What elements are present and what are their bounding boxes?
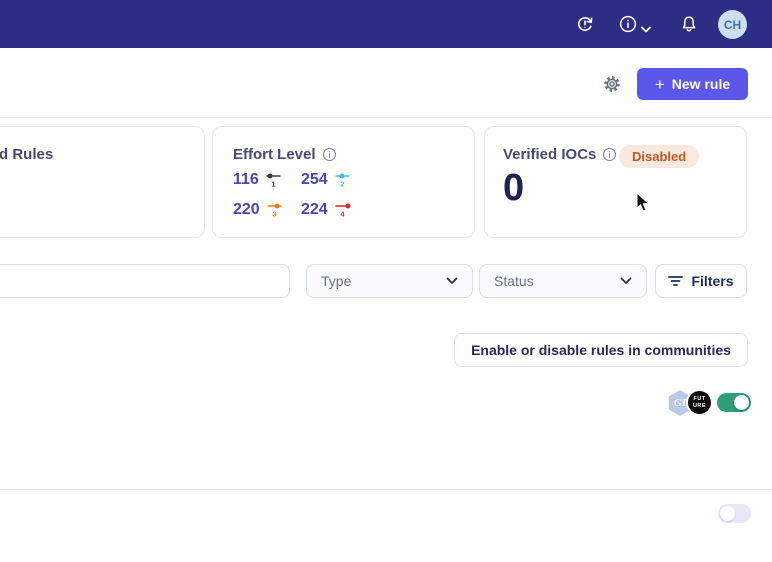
svg-text:4: 4 [340,210,345,219]
iocs-count: 0 [503,167,524,210]
card-effort-title: Effort Level [233,146,337,163]
status-badge: Disabled [619,145,699,168]
new-rule-button[interactable]: + New rule [637,68,748,100]
history-icon[interactable] [573,12,597,36]
card-rules: d Rules [0,126,205,238]
card-iocs-title-text: Verified IOCs [503,146,596,163]
type-dropdown[interactable]: Type [306,264,473,298]
chevron-down-icon [620,277,632,285]
effort-level-1: 116 1 [233,171,301,189]
effort-level-1-value: 116 [233,171,259,189]
toggle-knob [720,506,735,521]
effort-level-2-icon: 2 [334,172,351,188]
effort-level-3: 220 3 [233,201,301,219]
effort-level-3-icon: 3 [266,202,283,218]
svg-text:2: 2 [340,180,344,189]
card-rules-title: d Rules [0,146,53,163]
toggle-knob [734,395,749,410]
bottom-toggle-off[interactable] [718,504,751,523]
effort-level-3-value: 220 [233,201,260,219]
effort-level-4: 224 4 [301,201,369,219]
avatar[interactable]: CH [718,10,747,39]
card-iocs-title: Verified IOCs [503,146,617,163]
filters-button[interactable]: Filters [655,264,747,298]
effort-values: 116 1 254 2 220 [233,171,369,219]
bell-icon[interactable] [677,12,701,36]
community-toggle-on[interactable] [717,393,751,412]
search-input[interactable] [0,264,290,298]
status-dropdown[interactable]: Status [479,264,647,298]
info-icon[interactable] [322,147,337,162]
effort-level-2-value: 254 [301,171,328,189]
rules-dashboard: CH + New rule d Rules Effort Level 11 [0,0,772,562]
avatar-initials: CH [724,18,741,32]
new-rule-label: New rule [672,76,730,92]
svg-text:1: 1 [271,180,275,189]
chevron-down-icon [446,277,458,285]
status-dropdown-label: Status [494,273,534,289]
effort-level-4-icon: 4 [334,202,351,218]
effort-level-2: 254 2 [301,171,369,189]
enable-disable-communities-button[interactable]: Enable or disable rules in communities [454,333,748,367]
filters-button-label: Filters [691,273,733,289]
plus-icon: + [655,76,665,93]
gear-icon[interactable] [602,74,622,94]
top-navbar: CH [0,0,772,48]
community-avatar-future[interactable]: FUT URE [686,389,713,416]
type-dropdown-label: Type [321,273,351,289]
effort-level-1-icon: 1 [265,172,282,188]
section-divider [0,489,772,490]
effort-level-4-value: 224 [301,201,328,219]
card-verified-iocs: Verified IOCs Disabled 0 [484,126,747,238]
card-effort-title-text: Effort Level [233,146,316,163]
svg-text:3: 3 [272,210,276,219]
community-avatar-future-line1: FUT [693,396,705,403]
community-avatar-future-line2: URE [693,403,706,410]
chevron-down-icon[interactable] [641,20,651,38]
info-icon[interactable] [616,12,640,36]
info-icon[interactable] [602,147,617,162]
card-effort-level: Effort Level 116 1 254 [212,126,475,238]
filter-lines-icon [668,275,683,287]
